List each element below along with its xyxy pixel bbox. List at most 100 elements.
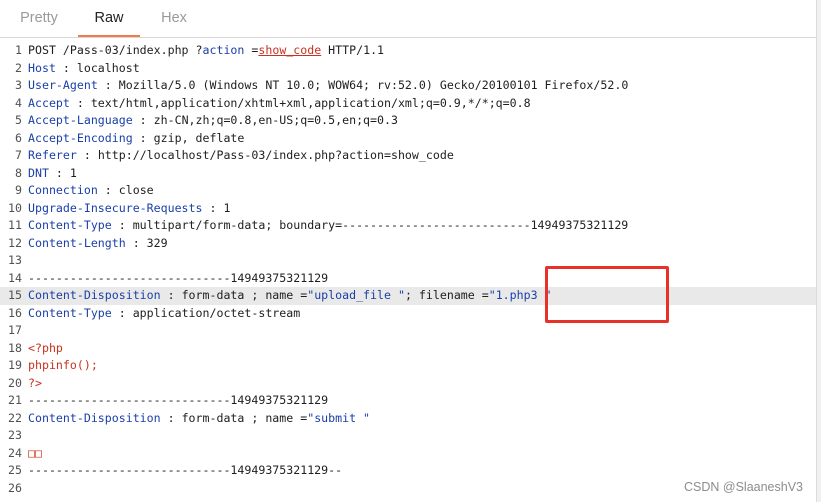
line-content: Accept : text/html,application/xhtml+xml… [28, 95, 531, 113]
text-token: ?> [28, 375, 42, 390]
line-content: <?php [28, 340, 63, 358]
line-content: DNT : 1 [28, 165, 77, 183]
line-number: 10 [8, 200, 22, 215]
line-number: 23 [8, 428, 22, 442]
text-token: HTTP/1.1 [321, 43, 385, 57]
text-token: -----------------------------14949375321… [28, 393, 329, 407]
param-value: show_code [258, 43, 322, 57]
line-number: 6 [15, 130, 22, 145]
header-token: Content-Type [28, 218, 112, 232]
text-token: = [244, 43, 259, 57]
line-content: Content-Type : multipart/form-data; boun… [28, 217, 628, 235]
text-token: POST /Pass-03/index.php ? [28, 43, 203, 57]
code-line[interactable]: 13 [0, 252, 816, 270]
code-line[interactable]: 23 [0, 427, 816, 445]
line-number: 1 [15, 43, 22, 57]
code-line[interactable]: 2 Host : localhost [0, 60, 816, 78]
line-content: Accept-Encoding : gzip, deflate [28, 130, 244, 148]
header-token: "upload_file " [307, 288, 405, 302]
header-token: User-Agent [28, 78, 98, 92]
vertical-scrollbar[interactable] [816, 0, 821, 502]
text-token: : close [97, 183, 154, 197]
header-token: action [202, 43, 245, 57]
text-token: : Mozilla/5.0 (Windows NT 10.0; WOW64; r… [97, 78, 629, 92]
line-content: Upgrade-Insecure-Requests : 1 [28, 200, 230, 218]
line-number: 20 [8, 375, 22, 390]
line-content: User-Agent : Mozilla/5.0 (Windows NT 10.… [28, 77, 628, 95]
raw-request-editor[interactable]: 1 POST /Pass-03/index.php ?action =show_c… [0, 42, 816, 502]
code-line[interactable]: 24 □□ [0, 445, 816, 463]
text-token: : 329 [125, 235, 168, 250]
line-content: ?> [28, 375, 42, 393]
tab-pretty[interactable]: Pretty [8, 0, 70, 37]
code-line[interactable]: 16 Content-Type : application/octet-strea… [0, 305, 816, 323]
line-number: 21 [8, 393, 22, 407]
header-token: Referer [28, 148, 77, 162]
line-content: □□ [28, 445, 42, 463]
code-line[interactable]: 22 Content-Disposition : form-data ; name… [0, 410, 816, 428]
line-number: 17 [8, 323, 22, 337]
header-token: Accept-Language [28, 113, 133, 127]
code-line[interactable]: 14 -----------------------------149493753… [0, 270, 816, 288]
line-content: Connection : close [28, 182, 154, 200]
code-line[interactable]: 3 User-Agent : Mozilla/5.0 (Windows NT 10… [0, 77, 816, 95]
text-token: : 1 [48, 165, 77, 180]
tab-hex[interactable]: Hex [146, 0, 202, 37]
text-token: : form-data ; name = [160, 288, 308, 302]
line-number: 9 [15, 183, 22, 197]
line-number: 12 [8, 235, 22, 250]
header-token: Content-Type [28, 305, 112, 320]
code-line[interactable]: 11 Content-Type : multipart/form-data; bo… [0, 217, 816, 235]
line-number: 4 [15, 95, 22, 110]
line-number: 19 [8, 358, 22, 372]
code-line[interactable]: 12 Content-Length : 329 [0, 235, 816, 253]
line-content: Content-Disposition : form-data ; name =… [28, 287, 552, 305]
header-token: Connection [28, 183, 98, 197]
code-line[interactable]: 25 -----------------------------149493753… [0, 462, 816, 480]
text-token: : text/html,application/xhtml+xml,applic… [69, 95, 531, 110]
line-number: 2 [15, 60, 22, 75]
text-token: <?php [28, 340, 63, 355]
code-line[interactable]: 17 [0, 322, 816, 340]
code-line[interactable]: 8 DNT : 1 [0, 165, 816, 183]
line-content: Content-Length : 329 [28, 235, 168, 253]
line-number: 22 [8, 410, 22, 425]
text-token: ; filename = [404, 288, 489, 302]
text-token: : form-data ; name = [160, 410, 308, 425]
line-number: 14 [8, 270, 22, 285]
code-line[interactable]: 9 Connection : close [0, 182, 816, 200]
code-line[interactable]: 15 Content-Disposition : form-data ; name… [0, 287, 816, 305]
code-line[interactable]: 20 ?> [0, 375, 816, 393]
tab-raw[interactable]: Raw [78, 0, 140, 37]
code-line[interactable]: 5 Accept-Language : zh-CN,zh;q=0.8,en-US;… [0, 112, 816, 130]
line-content: Accept-Language : zh-CN,zh;q=0.8,en-US;q… [28, 112, 398, 130]
text-token: phpinfo(); [28, 358, 98, 372]
line-content: POST /Pass-03/index.php ?action =show_co… [28, 42, 384, 60]
line-content: phpinfo(); [28, 357, 98, 375]
code-line[interactable]: 4 Accept : text/html,application/xhtml+xm… [0, 95, 816, 113]
line-number: 7 [15, 148, 22, 162]
code-line[interactable]: 18 <?php [0, 340, 816, 358]
header-token: Accept-Encoding [28, 130, 133, 145]
header-token: Content-Disposition [28, 288, 161, 302]
text-token: : localhost [55, 60, 140, 75]
line-number: 16 [8, 305, 22, 320]
header-token: "submit " [307, 410, 371, 425]
line-number: 26 [8, 480, 22, 495]
line-number: 15 [8, 288, 22, 302]
code-line[interactable]: 10 Upgrade-Insecure-Requests : 1 [0, 200, 816, 218]
header-token: Upgrade-Insecure-Requests [28, 200, 203, 215]
text-token: -----------------------------14949375321… [28, 463, 343, 477]
line-content: -----------------------------14949375321… [28, 270, 328, 288]
code-line[interactable]: 21 -----------------------------149493753… [0, 392, 816, 410]
code-line[interactable]: 7 Referer : http://localhost/Pass-03/inde… [0, 147, 816, 165]
header-token: Host [28, 60, 56, 75]
line-content: Referer : http://localhost/Pass-03/index… [28, 147, 454, 165]
text-token: □□ [28, 445, 42, 460]
header-token: Accept [28, 95, 70, 110]
watermark: CSDN @SlaaneshV3 [684, 480, 803, 494]
code-line[interactable]: 19 phpinfo(); [0, 357, 816, 375]
code-line[interactable]: 6 Accept-Encoding : gzip, deflate [0, 130, 816, 148]
line-number: 25 [8, 463, 22, 477]
code-line[interactable]: 1 POST /Pass-03/index.php ?action =show_c… [0, 42, 816, 60]
